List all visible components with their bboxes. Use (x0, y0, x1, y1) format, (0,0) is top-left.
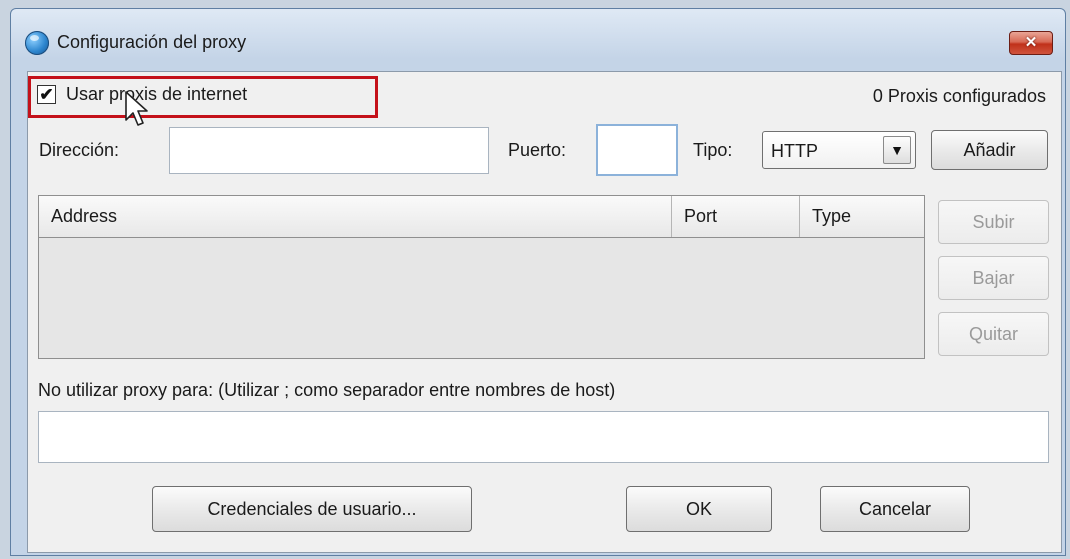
proxies-configured-count: 0 Proxis configurados (872, 86, 1046, 106)
port-label: Puerto: (508, 140, 567, 160)
chevron-down-icon[interactable]: ▼ (883, 136, 911, 164)
move-up-button[interactable]: Subir (938, 200, 1049, 244)
cancel-button[interactable]: Cancelar (820, 486, 970, 532)
address-input[interactable] (169, 127, 489, 174)
highlight-box (28, 76, 378, 118)
address-label: Dirección: (39, 140, 120, 160)
proxies-table[interactable]: Address Port Type (38, 195, 925, 359)
close-icon[interactable]: ✕ (1009, 31, 1053, 55)
window-title: Configuración del proxy (57, 32, 247, 52)
table-header: Address Port Type (39, 196, 924, 238)
user-credentials-button[interactable]: Credenciales de usuario... (152, 486, 472, 532)
type-label: Tipo: (693, 140, 733, 160)
no-proxy-input[interactable] (38, 411, 1049, 463)
type-select-value: HTTP (771, 141, 818, 161)
add-button[interactable]: Añadir (931, 130, 1048, 170)
ok-button[interactable]: OK (626, 486, 772, 532)
globe-icon (25, 31, 49, 55)
remove-button[interactable]: Quitar (938, 312, 1049, 356)
title-bar[interactable]: Configuración del proxy ✕ (11, 9, 1065, 69)
column-header-address[interactable]: Address (39, 196, 671, 237)
port-input[interactable] (596, 124, 678, 176)
column-header-type[interactable]: Type (799, 196, 924, 237)
move-down-button[interactable]: Bajar (938, 256, 1049, 300)
column-header-port[interactable]: Port (671, 196, 799, 237)
mouse-pointer-icon (125, 91, 148, 126)
type-select[interactable]: HTTP ▼ (762, 131, 916, 169)
no-proxy-label: No utilizar proxy para: (Utilizar ; como… (38, 380, 616, 400)
